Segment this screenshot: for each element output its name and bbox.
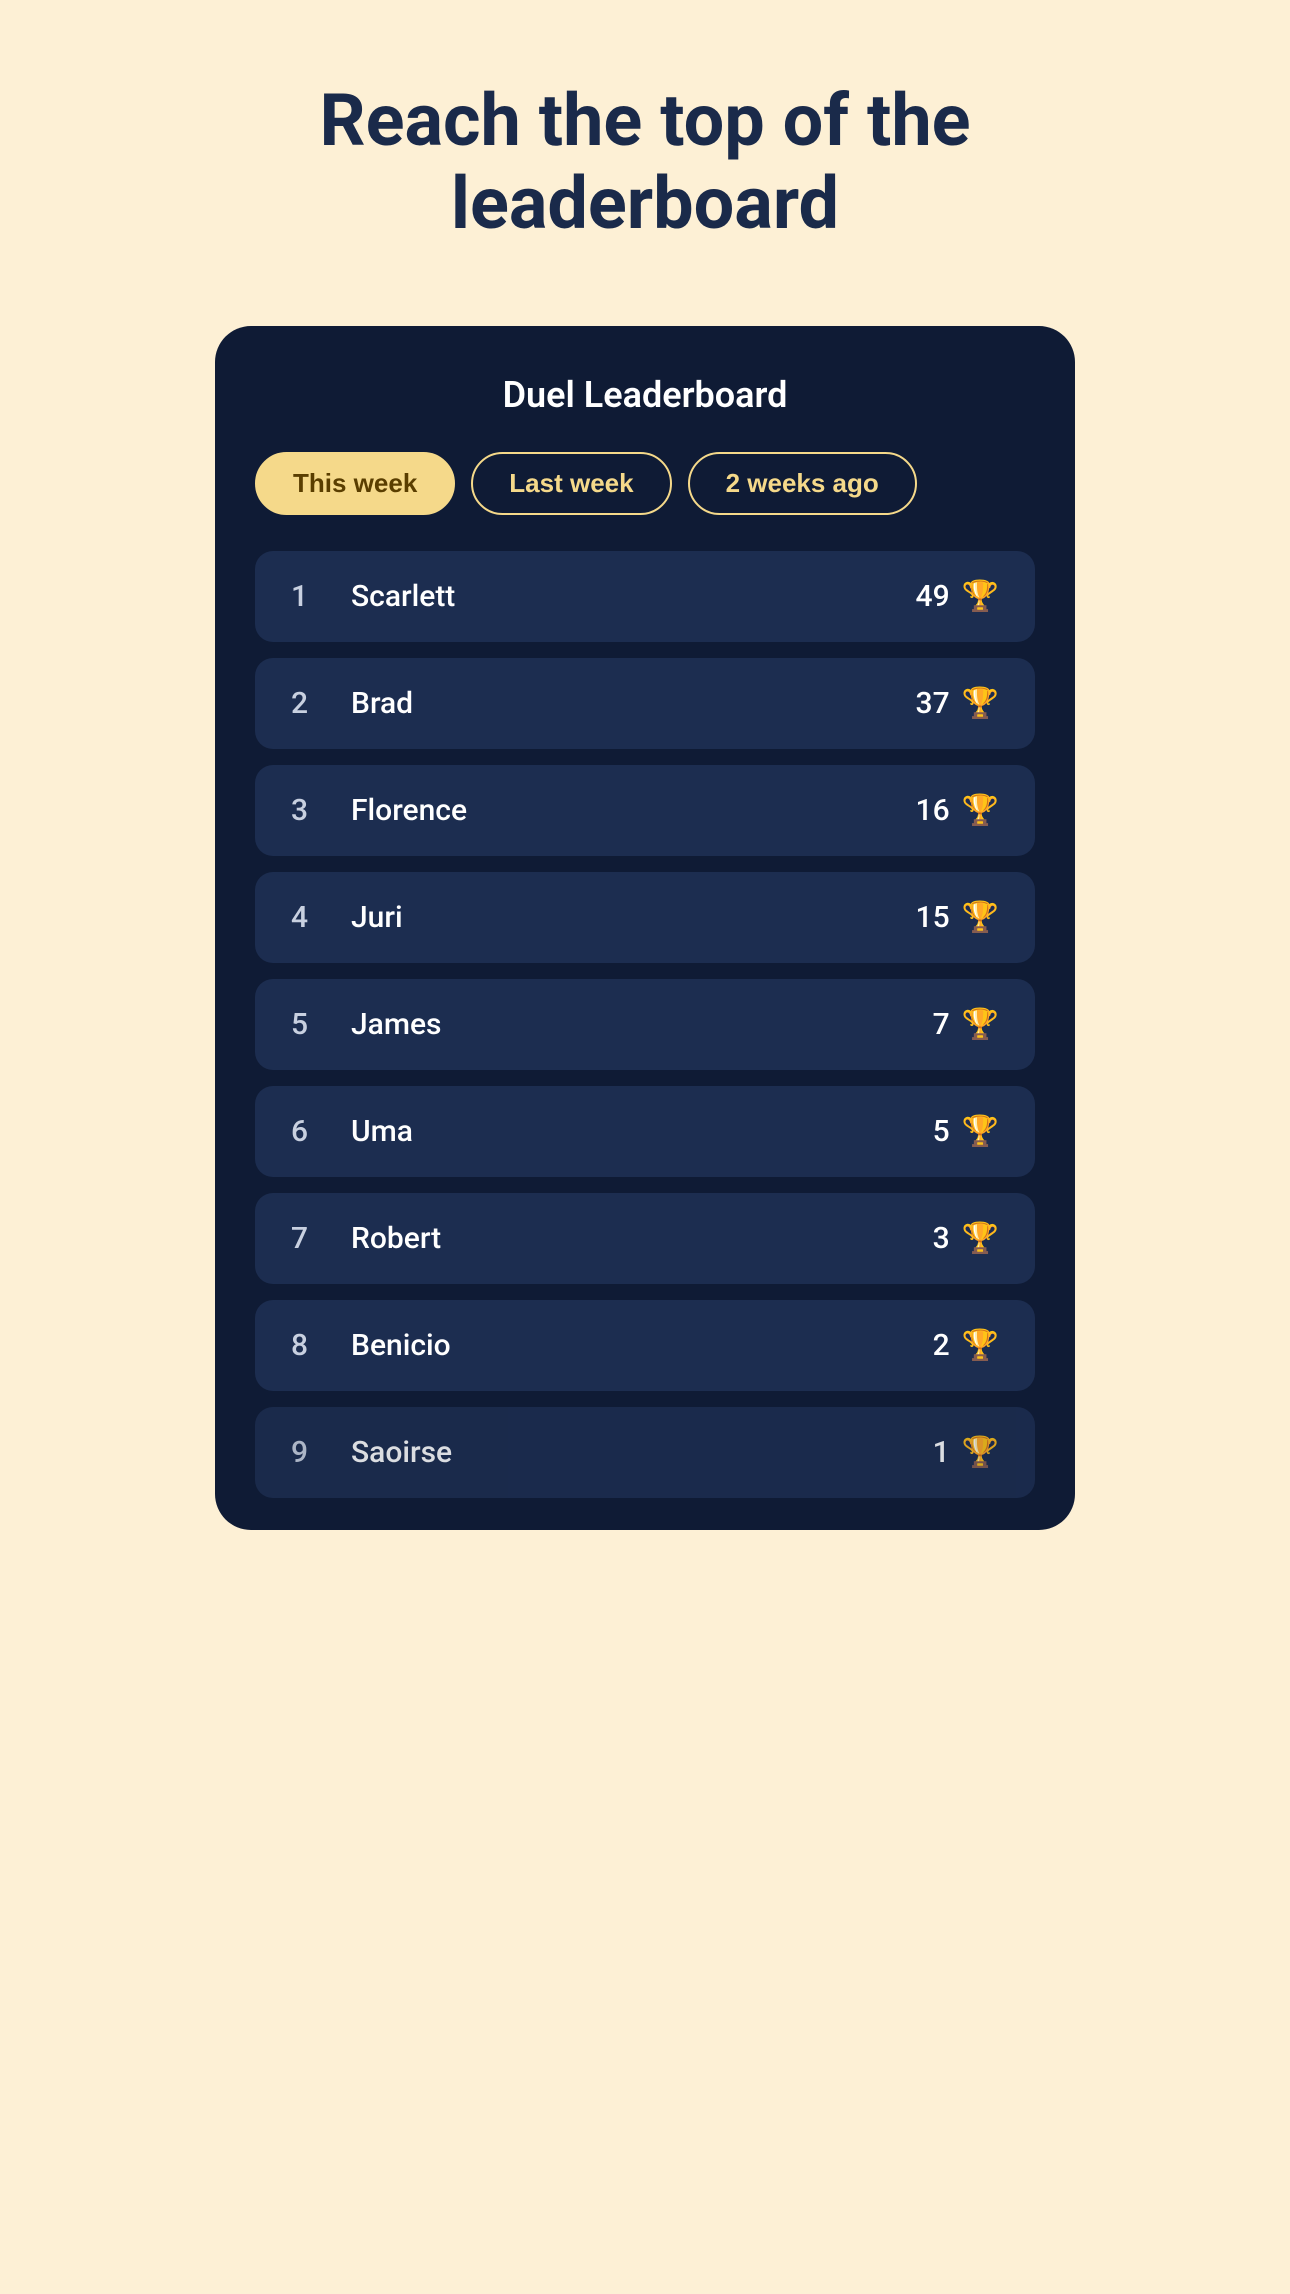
row-left: 6 Uma — [291, 1114, 413, 1149]
trophy-icon: 🏆 — [962, 1221, 999, 1256]
name-robert: Robert — [351, 1221, 441, 1256]
table-row: 2 Brad 37 🏆 — [255, 658, 1035, 749]
rank-8: 8 — [291, 1328, 323, 1363]
row-left: 9 Saoirse — [291, 1435, 452, 1470]
score-1: 49 — [916, 579, 950, 614]
name-james: James — [351, 1007, 441, 1042]
score-8: 2 — [933, 1328, 950, 1363]
name-saoirse: Saoirse — [351, 1435, 452, 1470]
leaderboard-title: Duel Leaderboard — [255, 374, 1035, 416]
table-row: 4 Juri 15 🏆 — [255, 872, 1035, 963]
score-6: 5 — [933, 1114, 950, 1149]
table-row: 1 Scarlett 49 🏆 — [255, 551, 1035, 642]
row-left: 2 Brad — [291, 686, 413, 721]
row-right: 16 🏆 — [916, 793, 999, 828]
trophy-icon: 🏆 — [962, 686, 999, 721]
trophy-icon: 🏆 — [962, 579, 999, 614]
table-row: 8 Benicio 2 🏆 — [255, 1300, 1035, 1391]
row-left: 8 Benicio — [291, 1328, 451, 1363]
table-row: 5 James 7 🏆 — [255, 979, 1035, 1070]
trophy-icon: 🏆 — [962, 1328, 999, 1363]
table-row: 7 Robert 3 🏆 — [255, 1193, 1035, 1284]
leaderboard-card: Duel Leaderboard This week Last week 2 w… — [215, 326, 1075, 1530]
rank-6: 6 — [291, 1114, 323, 1149]
row-left: 4 Juri — [291, 900, 403, 935]
row-right: 7 🏆 — [933, 1007, 999, 1042]
leaderboard-list: 1 Scarlett 49 🏆 2 Brad 37 🏆 3 Florence — [255, 551, 1035, 1498]
trophy-icon: 🏆 — [962, 900, 999, 935]
score-2: 37 — [916, 686, 950, 721]
row-right: 15 🏆 — [916, 900, 999, 935]
name-brad: Brad — [351, 686, 413, 721]
row-left: 1 Scarlett — [291, 579, 455, 614]
row-right: 2 🏆 — [933, 1328, 999, 1363]
name-benicio: Benicio — [351, 1328, 451, 1363]
trophy-icon: 🏆 — [962, 793, 999, 828]
tab-last-week[interactable]: Last week — [471, 452, 671, 515]
page-title: Reach the top of the leaderboard — [319, 80, 970, 246]
row-right: 5 🏆 — [933, 1114, 999, 1149]
tab-2-weeks-ago[interactable]: 2 weeks ago — [688, 452, 917, 515]
rank-1: 1 — [291, 579, 323, 614]
row-right: 1 🏆 — [933, 1435, 999, 1470]
score-7: 3 — [933, 1221, 950, 1256]
row-right: 37 🏆 — [916, 686, 999, 721]
table-row: 6 Uma 5 🏆 — [255, 1086, 1035, 1177]
row-left: 5 James — [291, 1007, 441, 1042]
trophy-icon: 🏆 — [962, 1435, 999, 1470]
score-9: 1 — [933, 1435, 950, 1470]
name-florence: Florence — [351, 793, 467, 828]
table-row: 3 Florence 16 🏆 — [255, 765, 1035, 856]
rank-9: 9 — [291, 1435, 323, 1470]
row-left: 3 Florence — [291, 793, 467, 828]
trophy-icon: 🏆 — [962, 1007, 999, 1042]
trophy-icon: 🏆 — [962, 1114, 999, 1149]
score-3: 16 — [916, 793, 950, 828]
score-4: 15 — [916, 900, 950, 935]
rank-5: 5 — [291, 1007, 323, 1042]
rank-3: 3 — [291, 793, 323, 828]
name-scarlett: Scarlett — [351, 579, 455, 614]
row-right: 3 🏆 — [933, 1221, 999, 1256]
rank-4: 4 — [291, 900, 323, 935]
table-row: 9 Saoirse 1 🏆 — [255, 1407, 1035, 1498]
name-uma: Uma — [351, 1114, 413, 1149]
tab-this-week[interactable]: This week — [255, 452, 455, 515]
row-right: 49 🏆 — [916, 579, 999, 614]
tabs-row: This week Last week 2 weeks ago — [255, 452, 1035, 515]
row-left: 7 Robert — [291, 1221, 441, 1256]
rank-2: 2 — [291, 686, 323, 721]
score-5: 7 — [933, 1007, 950, 1042]
rank-7: 7 — [291, 1221, 323, 1256]
name-juri: Juri — [351, 900, 403, 935]
